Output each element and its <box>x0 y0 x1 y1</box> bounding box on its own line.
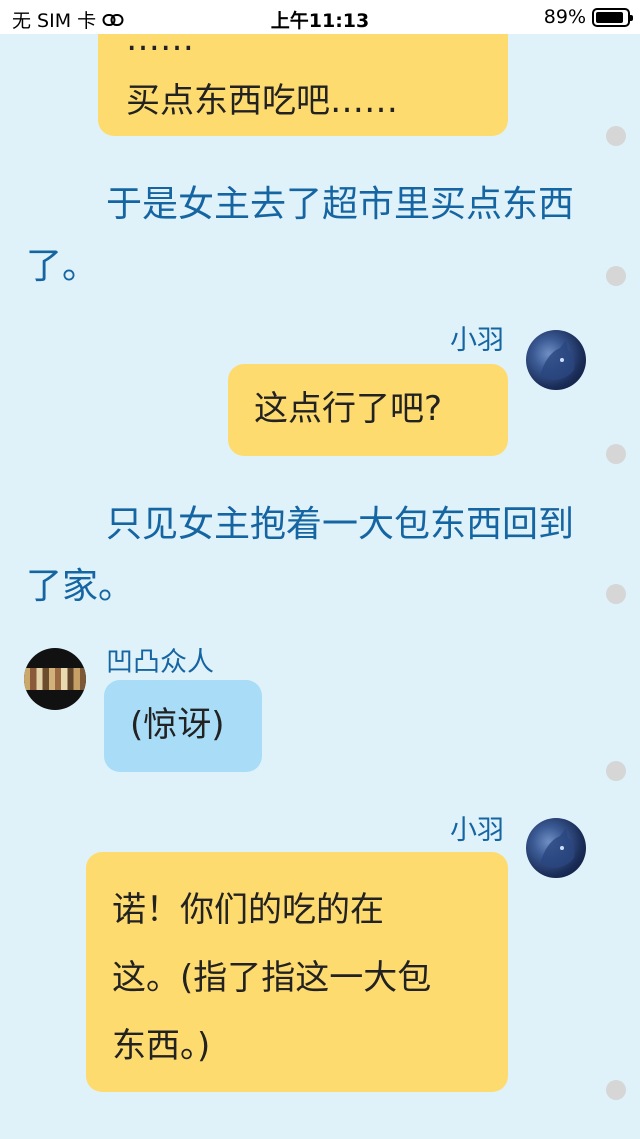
group-photo-image <box>24 668 86 690</box>
message-text: 这点行了吧? <box>254 389 443 429</box>
message-line: 这。(指了指这一大包 <box>112 958 432 998</box>
message-bubble-self[interactable]: 诺！你们的吃的在 这。(指了指这一大包 东西。) <box>86 852 508 1092</box>
narration-text: 于是女主去了超市里买点东西了。 <box>26 184 575 287</box>
sender-name: 小羽 <box>450 815 504 846</box>
scroll-dot[interactable] <box>606 761 626 781</box>
battery-fill <box>596 11 623 23</box>
avatar-wolf[interactable] <box>526 818 586 878</box>
avatar-wolf[interactable] <box>526 330 586 390</box>
message-line: 诺！你们的吃的在 <box>112 890 384 930</box>
message-bubble-other[interactable]: (惊讶) <box>104 680 262 772</box>
message-bubble-self[interactable]: …… 买点东西吃吧…… <box>98 34 508 136</box>
message-text: 买点东西吃吧…… <box>126 81 398 121</box>
battery-icon <box>592 7 633 27</box>
sender-name: 小羽 <box>450 325 504 356</box>
scroll-dot[interactable] <box>606 126 626 146</box>
wolf-avatar-icon <box>540 828 575 868</box>
avatar-group-photo[interactable] <box>24 648 86 710</box>
message-bubble-self[interactable]: 这点行了吧? <box>228 364 508 456</box>
message-line: 东西。) <box>112 1026 211 1066</box>
scroll-dot[interactable] <box>606 266 626 286</box>
scroll-dot[interactable] <box>606 444 626 464</box>
sender-name: 凹凸众人 <box>106 647 214 678</box>
battery-group: 89% <box>543 6 633 28</box>
battery-percent: 89% <box>543 6 586 28</box>
message-text-clipped: …… <box>126 34 194 59</box>
message-text: (惊讶) <box>130 705 225 745</box>
status-bar: 无 SIM 卡 上午11:13 89% <box>0 0 640 34</box>
scroll-dot[interactable] <box>606 584 626 604</box>
chat-scroll-area[interactable]: …… 买点东西吃吧…… 于是女主去了超市里买点东西了。 小羽 这点行了吧? 只见… <box>0 34 640 1139</box>
scroll-dot[interactable] <box>606 1080 626 1100</box>
wolf-avatar-icon <box>540 340 575 380</box>
narration-text: 只见女主抱着一大包东西回到了家。 <box>26 504 575 607</box>
